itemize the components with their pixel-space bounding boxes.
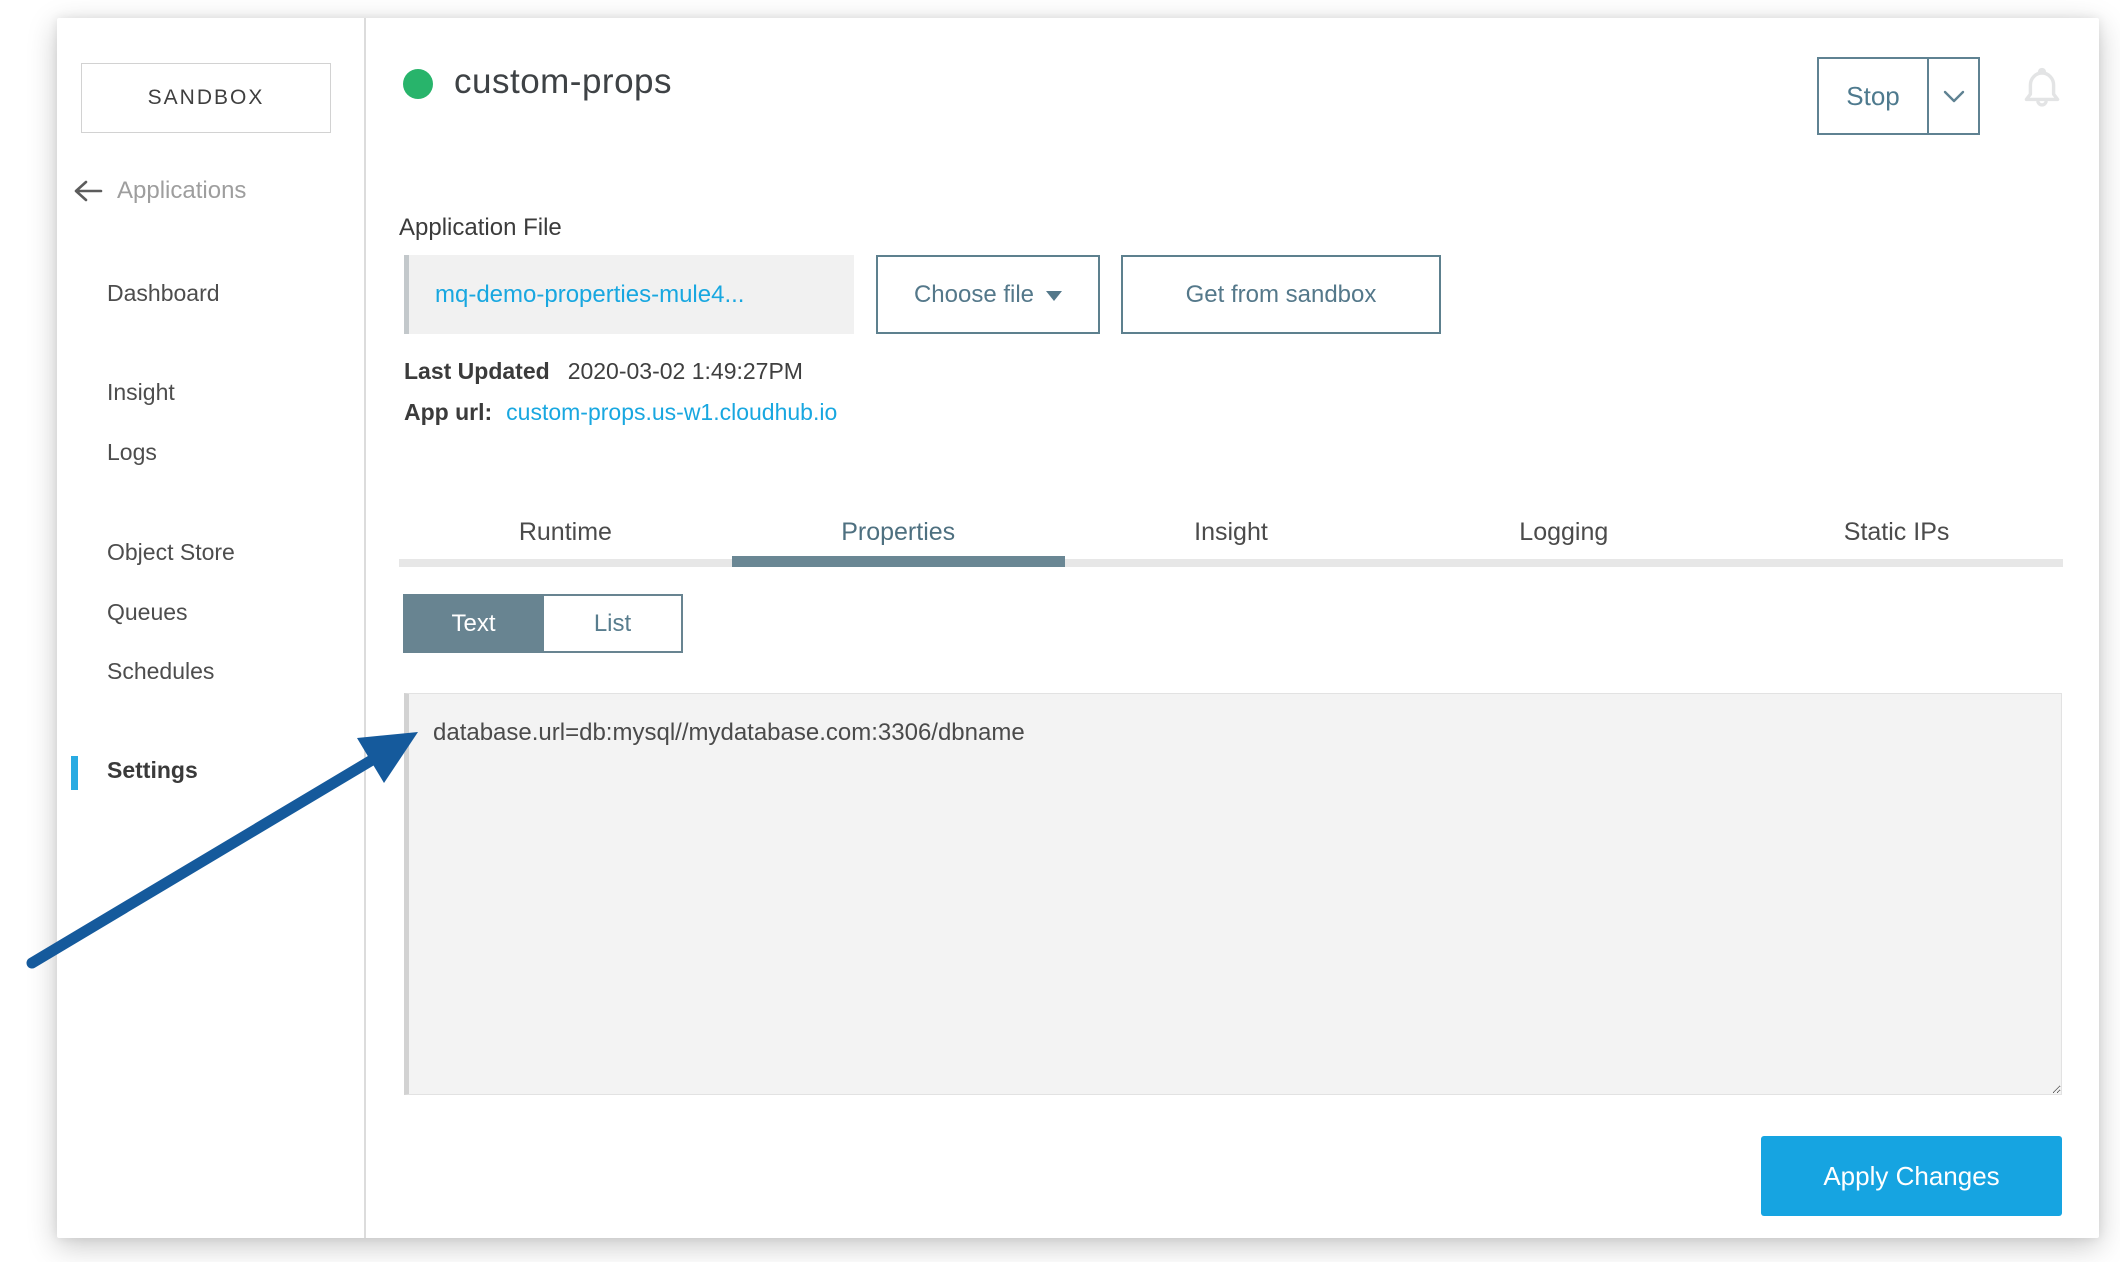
app-settings-card: SANDBOX Applications Dashboard Insight L… bbox=[57, 18, 2099, 1238]
choose-file-label: Choose file bbox=[914, 281, 1034, 309]
app-url-label: App url: bbox=[404, 399, 492, 426]
tab-properties[interactable]: Properties bbox=[732, 515, 1065, 549]
properties-textarea[interactable]: database.url=db:mysql//mydatabase.com:33… bbox=[404, 693, 2062, 1095]
properties-view-toggle: Text List bbox=[403, 594, 683, 653]
application-file-label: Application File bbox=[399, 214, 562, 242]
stop-button[interactable]: Stop bbox=[1819, 59, 1927, 133]
sidebar-item-logs[interactable]: Logs bbox=[107, 436, 157, 468]
sidebar-item-dashboard[interactable]: Dashboard bbox=[107, 277, 220, 309]
sidebar-item-queues[interactable]: Queues bbox=[107, 596, 188, 628]
last-updated-row: Last Updated 2020-03-02 1:49:27PM bbox=[404, 358, 803, 385]
choose-file-button[interactable]: Choose file bbox=[876, 255, 1100, 334]
settings-tab-bar: Runtime Properties Insight Logging Stati… bbox=[399, 515, 2063, 549]
tab-static-ips[interactable]: Static IPs bbox=[1730, 515, 2063, 549]
page-title: custom-props bbox=[454, 62, 672, 102]
environment-label: SANDBOX bbox=[148, 86, 265, 110]
last-updated-value: 2020-03-02 1:49:27PM bbox=[568, 358, 803, 385]
notifications-bell-icon[interactable] bbox=[2018, 63, 2066, 113]
apply-changes-button[interactable]: Apply Changes bbox=[1761, 1136, 2062, 1216]
file-name-text: mq-demo-properties-mule4... bbox=[435, 281, 744, 309]
get-from-sandbox-button[interactable]: Get from sandbox bbox=[1121, 255, 1441, 334]
chevron-down-icon bbox=[1943, 90, 1965, 103]
sidebar-item-schedules[interactable]: Schedules bbox=[107, 655, 214, 687]
application-file-name: mq-demo-properties-mule4... bbox=[404, 255, 854, 334]
application-file-row: mq-demo-properties-mule4... Choose file … bbox=[404, 255, 1441, 334]
stop-dropdown-toggle[interactable] bbox=[1927, 59, 1978, 133]
stop-split-button: Stop bbox=[1817, 57, 1980, 135]
sidebar-item-insight[interactable]: Insight bbox=[107, 376, 175, 408]
back-to-applications[interactable]: Applications bbox=[73, 174, 246, 208]
last-updated-label: Last Updated bbox=[404, 358, 550, 385]
sidebar-divider bbox=[364, 18, 366, 1238]
tab-logging[interactable]: Logging bbox=[1397, 515, 1730, 549]
view-mode-list[interactable]: List bbox=[542, 594, 683, 653]
caret-down-icon bbox=[1046, 291, 1062, 301]
app-url-row: App url: custom-props.us-w1.cloudhub.io bbox=[404, 399, 837, 426]
tab-underline-track bbox=[399, 559, 2063, 567]
tab-runtime[interactable]: Runtime bbox=[399, 515, 732, 549]
active-item-indicator bbox=[71, 756, 78, 790]
environment-selector[interactable]: SANDBOX bbox=[81, 63, 331, 133]
sidebar-item-object-store[interactable]: Object Store bbox=[107, 536, 235, 568]
view-mode-text[interactable]: Text bbox=[403, 594, 542, 653]
app-url-link[interactable]: custom-props.us-w1.cloudhub.io bbox=[506, 399, 837, 426]
tab-insight[interactable]: Insight bbox=[1065, 515, 1398, 549]
tab-active-underline bbox=[732, 556, 1065, 567]
back-label: Applications bbox=[117, 177, 246, 205]
arrow-left-icon bbox=[73, 179, 103, 203]
status-running-dot bbox=[403, 69, 433, 99]
sidebar-item-settings[interactable]: Settings bbox=[107, 754, 198, 786]
